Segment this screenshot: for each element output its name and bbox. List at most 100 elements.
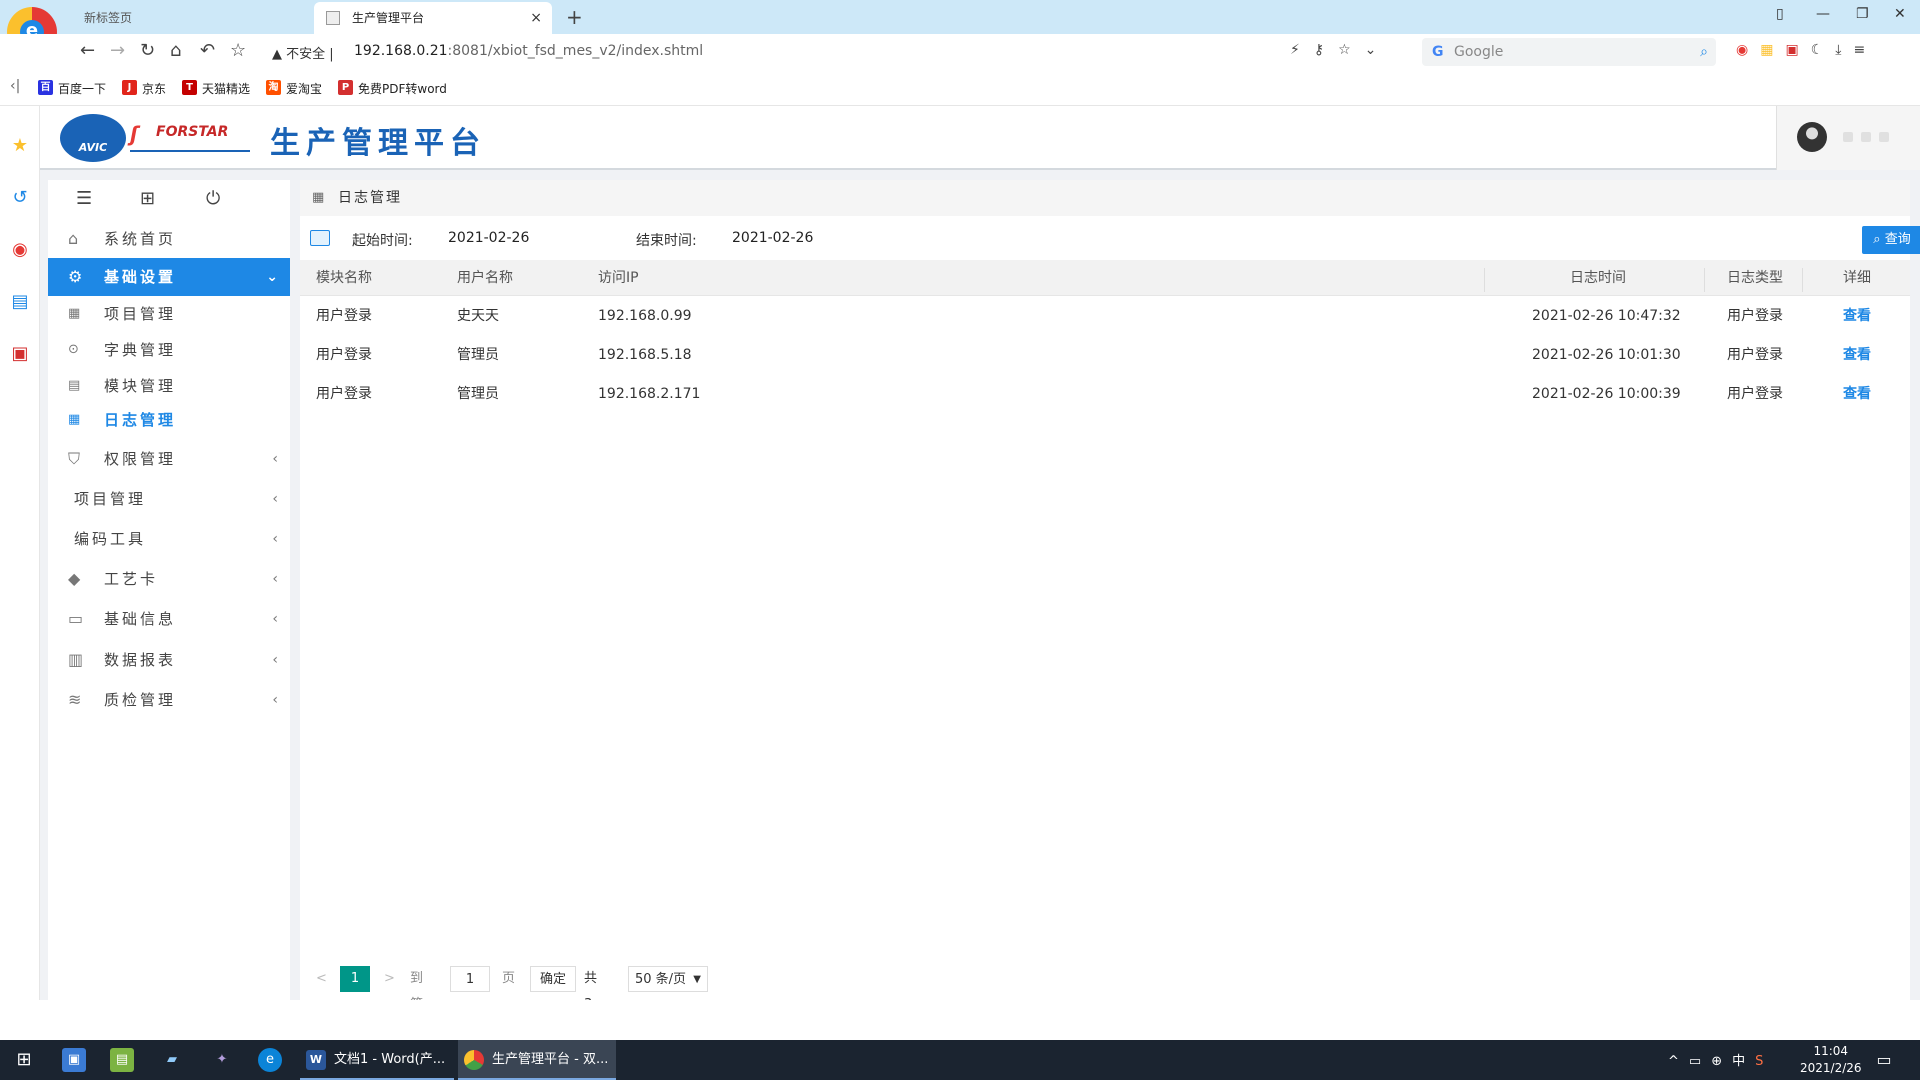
url-input[interactable]: 192.168.0.21:8081/xbiot_fsd_mes_v2/index… [354,43,703,59]
extension-icons[interactable]: ◉▦▣☾⤓≡ [1736,42,1877,58]
remote-desktop-icon[interactable]: ▰ [160,1048,184,1072]
file-explorer-icon[interactable]: ▣ [62,1048,86,1072]
power-icon[interactable]: ⏻ [206,188,220,209]
weibo-icon[interactable]: ◉ [8,238,32,262]
notepad-icon[interactable]: ▤ [110,1048,134,1072]
show-hidden-icons-icon[interactable]: ^ [1668,1054,1689,1069]
apps-grid-icon[interactable]: ▦ [1760,42,1785,58]
collapse-sidebar-icon[interactable]: ‹| [10,78,20,94]
pdf-ext-icon[interactable]: ▣ [1785,42,1810,58]
reader-icon[interactable]: ▤ [8,290,32,314]
chevron-down-icon[interactable]: ⌄ [1365,42,1391,58]
favorite-star-icon[interactable]: ☆ [1338,42,1365,58]
taskbar-app-browser[interactable]: 生产管理平台 - 双... [458,1040,616,1080]
bookmark-tmall[interactable]: T 天猫精选 [182,80,250,97]
menu-icon[interactable]: ≡ [1853,42,1877,58]
end-time-input[interactable]: 2021-02-26 [732,230,813,246]
undo-icon[interactable]: ↶ [200,40,215,61]
pdf-tool-icon[interactable]: ▣ [8,342,32,366]
tab-close-icon[interactable]: × [530,2,542,34]
forward-icon[interactable]: → [110,40,125,61]
app-launcher-icon[interactable]: ✦ [210,1048,234,1072]
search-button[interactable]: ⌕ 查询 [1862,226,1920,254]
weibo-ext-icon[interactable]: ◉ [1736,42,1760,58]
search-input[interactable]: G Google ⌕ [1422,38,1716,66]
column-divider[interactable] [1802,268,1803,292]
toggle-menu-icon[interactable]: ☰ [76,188,92,209]
taskbar-app-word[interactable]: W 文档1 - Word(产... [300,1040,454,1080]
download-icon[interactable]: ⤓ [1835,42,1853,58]
sidebar-item-coding-tools[interactable]: 编码工具 ‹ [48,520,290,558]
battery-icon[interactable]: ▭ [1689,1054,1711,1069]
user-info-icon[interactable] [1861,132,1871,142]
sidebar-item-permissions[interactable]: ⛉ 权限管理 ‹ [48,440,290,478]
sidebar-item-basic-info[interactable]: ▭ 基础信息 ‹ [48,600,290,638]
avatar[interactable] [1797,122,1827,152]
book-icon[interactable]: ⊞ [140,188,155,209]
avic-logo: AVIC [60,114,126,162]
sidebar-item-module[interactable]: ▤ 模块管理 [48,368,290,404]
sidebar-item-basic-settings[interactable]: ⚙ 基础设置 ⌄ [48,258,290,296]
browser-tab-bar: 新标签页 生产管理平台 × + ▯ — ❐ ✕ [0,0,1920,57]
bookmark-jd[interactable]: J 京东 [122,80,166,97]
column-header: 用户名称 [457,270,513,286]
sidebar-item-process-card[interactable]: ◆ 工艺卡 ‹ [48,560,290,598]
sidebar-item-label: 日志管理 [104,411,177,429]
sidebar-item-home[interactable]: ⌂ 系统首页 [48,220,290,258]
sidebar: ☰ ⊞ ⏻ ⌂ 系统首页 ⚙ 基础设置 ⌄ ▦ 项目管理 ⊙ 字典管理 ▤ 模块… [48,180,290,1004]
column-divider[interactable] [1484,268,1485,292]
history-icon[interactable]: ↺ [8,186,32,210]
favorites-star-icon[interactable]: ★ [8,134,32,158]
bookmark-pdf[interactable]: P 免费PDF转word [338,80,447,97]
sogou-icon[interactable]: S [1755,1054,1773,1069]
current-page-button[interactable]: 1 [340,966,370,992]
network-globe-icon[interactable]: ⊕ [1711,1054,1732,1069]
url-actions[interactable]: ⚡⚷☆⌄ [1290,42,1390,58]
start-time-input[interactable]: 2021-02-26 [448,230,529,246]
search-icon[interactable]: ⌕ [1700,38,1708,66]
restore-icon[interactable]: ❐ [1856,6,1869,22]
column-divider[interactable] [1704,268,1705,292]
view-detail-link[interactable]: 查看 [1843,298,1871,334]
search-icon: ⌕ [1873,232,1885,247]
goto-confirm-button[interactable]: 确定 [530,966,576,992]
lightning-icon[interactable]: ⚡ [1290,42,1314,58]
ime-indicator[interactable]: 中 [1732,1054,1755,1069]
new-tab-button[interactable]: + [566,2,583,32]
star-bookmark-icon[interactable]: ☆ [230,40,246,61]
reader-mode-icon[interactable]: ▯ [1776,6,1784,22]
close-window-icon[interactable]: ✕ [1894,6,1906,22]
sidebar-item-dictionary[interactable]: ⊙ 字典管理 [48,332,290,368]
sidebar-item-project-mgmt[interactable]: ▦ 项目管理 [48,296,290,332]
home-nav-icon[interactable]: ⌂ [170,40,181,61]
key-icon[interactable]: ⚷ [1314,42,1338,58]
next-page-icon[interactable]: > [384,966,395,992]
reload-icon[interactable]: ↻ [140,40,155,61]
back-icon[interactable]: ← [80,40,95,61]
sidebar-toolbar: ☰ ⊞ ⏻ [48,180,290,220]
clock[interactable]: 11:04 2021/2/26 [1800,1043,1862,1077]
sidebar-item-projects[interactable]: 项目管理 ‹ [48,480,290,518]
user-settings-icon[interactable] [1843,132,1853,142]
tab-new-tab[interactable]: 新标签页 [70,2,310,34]
sidebar-item-quality[interactable]: ≋ 质检管理 ‹ [48,681,290,719]
windows-start-icon[interactable]: ⊞ [12,1048,36,1072]
view-detail-link[interactable]: 查看 [1843,376,1871,412]
view-detail-link[interactable]: 查看 [1843,337,1871,373]
bookmark-taobao[interactable]: 淘爱淘宝 [266,80,322,97]
sidebar-item-log[interactable]: ▦ 日志管理 [48,402,290,438]
app-header: AVIC ʃ FORSTAR 生产管理平台 [40,106,1920,170]
dark-mode-icon[interactable]: ☾ [1811,42,1836,58]
prev-page-icon[interactable]: < [316,966,327,992]
tab-active[interactable]: 生产管理平台 × [314,2,552,34]
notification-icon[interactable]: ▭ [1872,1048,1896,1072]
security-warning[interactable]: ▲ 不安全 | [272,43,334,62]
sidebar-item-reports[interactable]: ▥ 数据报表 ‹ [48,641,290,679]
logout-icon[interactable] [1879,132,1889,142]
bookmark-baidu[interactable]: 百百度一下 [38,80,106,97]
page-size-select[interactable]: 50 条/页 ▼ [628,966,708,992]
minimize-icon[interactable]: — [1816,6,1830,22]
goto-page-input[interactable]: 1 [450,966,490,992]
cell-time: 2021-02-26 10:01:30 [1532,347,1681,363]
edge-icon[interactable]: e [258,1048,282,1072]
